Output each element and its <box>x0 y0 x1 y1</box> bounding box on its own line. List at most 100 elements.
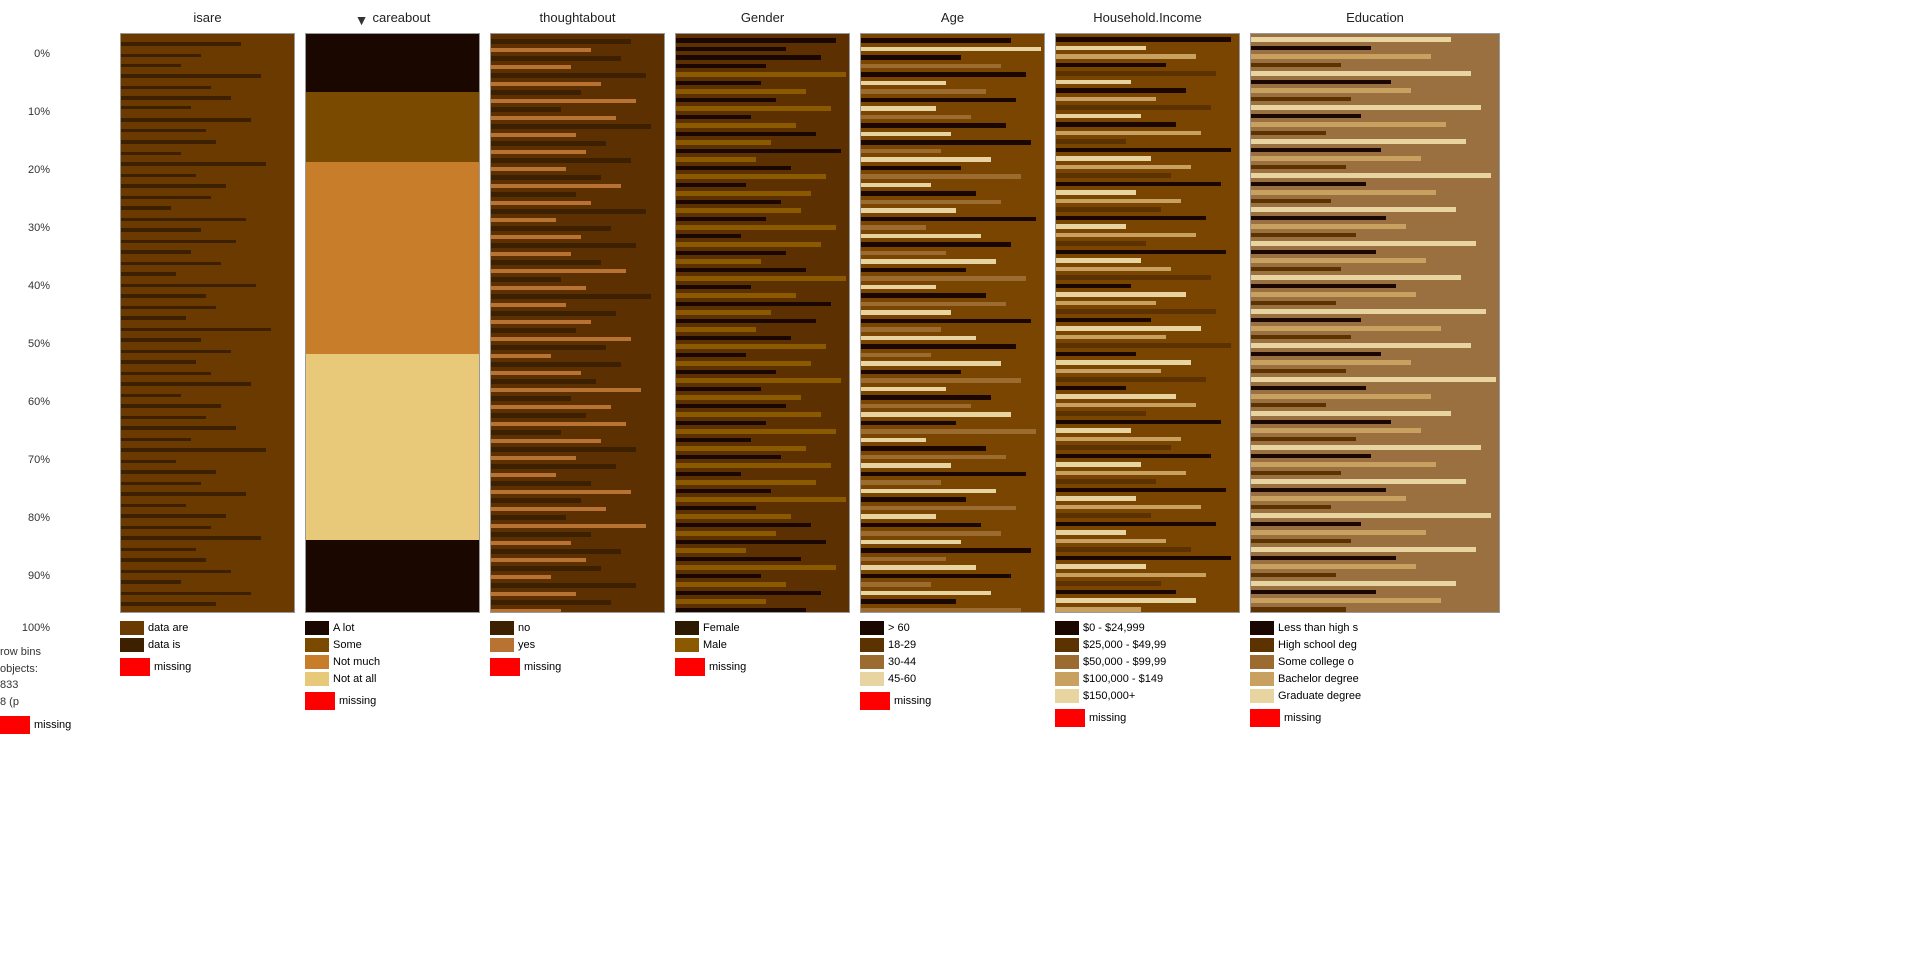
legend-color-yes <box>490 638 514 652</box>
missing-label-careabout: missing <box>339 695 376 707</box>
col-title-row-gender: Gender <box>675 10 850 29</box>
legend-item-male: Male <box>675 638 850 652</box>
objects-count: 833 <box>0 677 120 694</box>
legend-label-income-25k: $25,000 - $49,99 <box>1083 639 1166 651</box>
y-tick-80: 80% <box>28 512 50 524</box>
objects-label: objects: <box>0 661 120 678</box>
legend-item-no: no <box>490 621 665 635</box>
bar-isare <box>120 33 295 613</box>
legend-item-female: Female <box>675 621 850 635</box>
missing-row-age: missing <box>860 692 1045 710</box>
legend-age: > 60 18-29 30-44 45-60 <box>860 621 1045 686</box>
bar-income <box>1055 33 1240 613</box>
legend-item-age-60plus: > 60 <box>860 621 1045 635</box>
missing-color-careabout <box>305 692 335 710</box>
col-title-isare: isare <box>193 10 221 25</box>
triangle-icon-careabout: ▼ <box>355 12 369 28</box>
legend-color-data-is <box>120 638 144 652</box>
legend-color-age-18-29 <box>860 638 884 652</box>
col-thoughtabout: thoughtabout <box>490 10 665 960</box>
legend-income: $0 - $24,999 $25,000 - $49,99 $50,000 - … <box>1055 621 1240 703</box>
legend-color-edu-lths <box>1250 621 1274 635</box>
legend-item-edu-lths: Less than high s <box>1250 621 1500 635</box>
missing-row-gender: missing <box>675 658 850 676</box>
missing-label-isare: missing <box>154 661 191 673</box>
y-tick-10: 10% <box>28 106 50 118</box>
bar-gender <box>675 33 850 613</box>
legend-color-age-30-44 <box>860 655 884 669</box>
y-tick-70: 70% <box>28 454 50 466</box>
columns-area: isare <box>120 10 1920 960</box>
legend-item-data-are: data are <box>120 621 295 635</box>
missing-color-education <box>1250 709 1280 727</box>
legend-color-edu-bs <box>1250 672 1274 686</box>
legend-color-income-50k <box>1055 655 1079 669</box>
gender-svg <box>676 34 850 613</box>
col-age: Age <box>860 10 1045 960</box>
col-title-age: Age <box>941 10 964 25</box>
missing-label-age: missing <box>894 695 931 707</box>
legend-item-income-0: $0 - $24,999 <box>1055 621 1240 635</box>
col-title-row-careabout: ▼ careabout <box>305 10 480 29</box>
y-tick-90: 90% <box>28 570 50 582</box>
missing-color-isare <box>120 658 150 676</box>
legend-item-notmuch: Not much <box>305 655 480 669</box>
legend-item-age-18-29: 18-29 <box>860 638 1045 652</box>
legend-label-notatall: Not at all <box>333 673 376 685</box>
legend-label-income-50k: $50,000 - $99,99 <box>1083 656 1166 668</box>
missing-color-income <box>1055 709 1085 727</box>
y-tick-50: 50% <box>28 338 50 350</box>
legend-isare: data are data is <box>120 621 295 652</box>
legend-careabout: A lot Some Not much Not at all <box>305 621 480 686</box>
missing-color-thoughtabout <box>490 658 520 676</box>
chart-container: 0% 10% 20% 30% 40% 50% 60% 70% 80% 90% 1… <box>0 0 1920 960</box>
legend-label-edu-lths: Less than high s <box>1278 622 1358 634</box>
y-tick-30: 30% <box>28 222 50 234</box>
y-tick-0: 0% <box>34 48 50 60</box>
missing-row-education: missing <box>1250 709 1500 727</box>
legend-label-data-are: data are <box>148 622 188 634</box>
missing-color-age <box>860 692 890 710</box>
col-isare: isare <box>120 10 295 960</box>
col-title-row-education: Education <box>1250 10 1500 29</box>
legend-color-male <box>675 638 699 652</box>
col-title-careabout: careabout <box>373 10 431 25</box>
col-title-row-age: Age <box>860 10 1045 29</box>
y-axis: 0% 10% 20% 30% 40% 50% 60% 70% 80% 90% 1… <box>0 54 55 634</box>
legend-item-data-is: data is <box>120 638 295 652</box>
col-title-thoughtabout: thoughtabout <box>540 10 616 25</box>
legend-label-female: Female <box>703 622 740 634</box>
legend-item-edu-grad: Graduate degree <box>1250 689 1500 703</box>
legend-thoughtabout: no yes <box>490 621 665 652</box>
legend-color-edu-hs <box>1250 638 1274 652</box>
legend-item-age-45-60: 45-60 <box>860 672 1045 686</box>
legend-label-income-100k: $100,000 - $149 <box>1083 673 1163 685</box>
col-title-gender: Gender <box>741 10 784 25</box>
col-careabout: ▼ careabout <box>305 10 480 960</box>
legend-item-income-25k: $25,000 - $49,99 <box>1055 638 1240 652</box>
missing-label-info: missing <box>34 719 71 731</box>
age-svg <box>861 34 1045 613</box>
bar-age <box>860 33 1045 613</box>
col-education: Education <box>1250 10 1500 960</box>
bar-education <box>1250 33 1500 613</box>
missing-color-info <box>0 716 30 734</box>
missing-label-thoughtabout: missing <box>524 661 561 673</box>
legend-item-edu-sc: Some college o <box>1250 655 1500 669</box>
col-income: Household.Income <box>1055 10 1240 960</box>
legend-label-income-150k: $150,000+ <box>1083 690 1135 702</box>
missing-color-gender <box>675 658 705 676</box>
legend-item-notatall: Not at all <box>305 672 480 686</box>
legend-label-age-60plus: > 60 <box>888 622 910 634</box>
legend-color-edu-sc <box>1250 655 1274 669</box>
legend-color-no <box>490 621 514 635</box>
legend-color-income-0 <box>1055 621 1079 635</box>
y-tick-100: 100% <box>22 622 50 634</box>
legend-label-edu-grad: Graduate degree <box>1278 690 1361 702</box>
legend-gender: Female Male <box>675 621 850 652</box>
careabout-svg <box>306 34 480 613</box>
bar-thoughtabout <box>490 33 665 613</box>
legend-label-edu-hs: High school deg <box>1278 639 1357 651</box>
col-title-row-isare: isare <box>120 10 295 29</box>
legend-color-notatall <box>305 672 329 686</box>
